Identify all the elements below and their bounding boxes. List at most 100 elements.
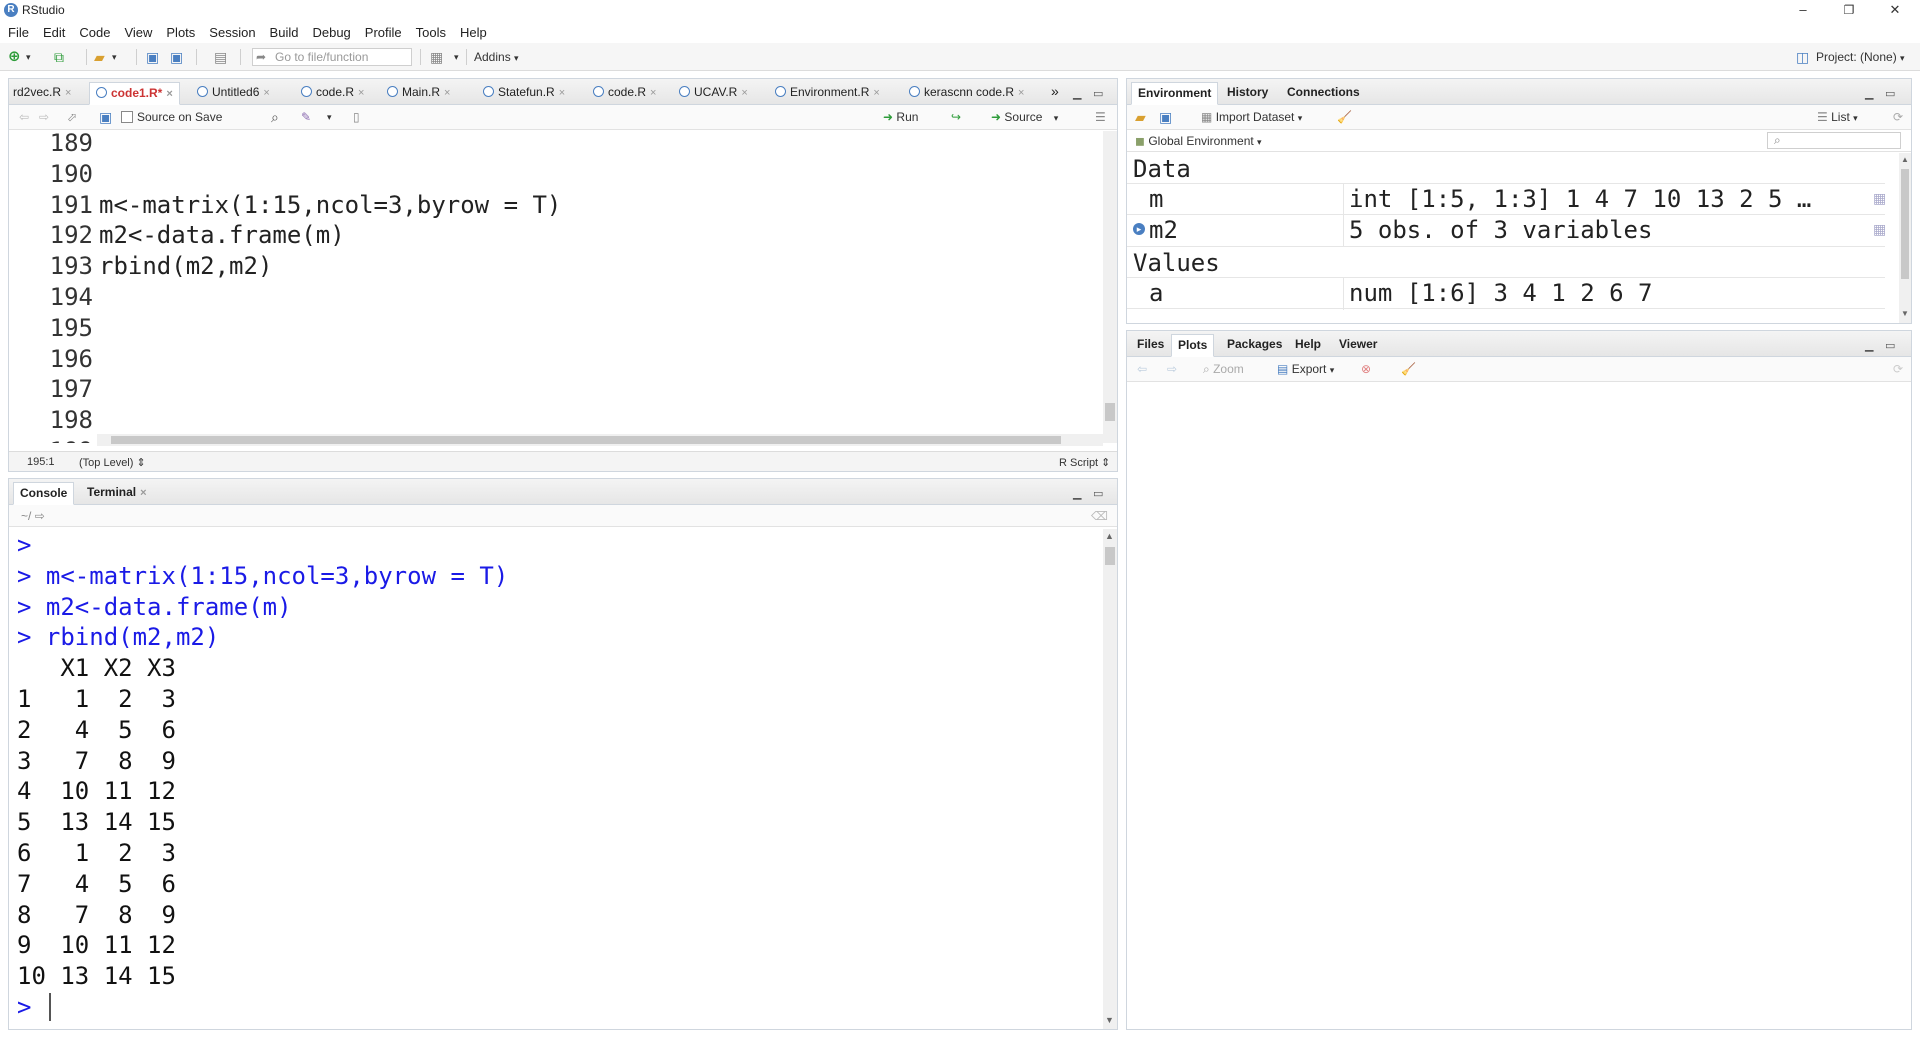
search-icon[interactable]: ⌕ xyxy=(271,109,279,126)
editor-vertical-scrollbar[interactable] xyxy=(1103,131,1117,443)
scroll-thumb[interactable] xyxy=(1901,169,1909,279)
maximize-button[interactable]: ❐ xyxy=(1826,0,1872,22)
tab-files[interactable]: Files xyxy=(1131,334,1170,357)
tab-history[interactable]: History xyxy=(1221,82,1274,105)
magic-wand-icon[interactable]: ✎ xyxy=(301,109,311,126)
close-tab-icon[interactable]: × xyxy=(140,487,146,499)
close-tab-icon[interactable]: × xyxy=(559,87,565,99)
tab-connections[interactable]: Connections xyxy=(1281,82,1366,105)
save-workspace-icon[interactable]: ▣ xyxy=(1159,109,1172,126)
chevron-down-icon[interactable]: ▾ xyxy=(454,48,459,66)
close-tab-icon[interactable]: × xyxy=(873,87,879,99)
menu-help[interactable]: Help xyxy=(453,22,494,40)
grid-layout-icon[interactable]: ▦ xyxy=(430,48,443,66)
tab-editor-2[interactable]: Untitled6 × xyxy=(191,82,276,105)
import-dataset-button[interactable]: ▦ Import Dataset ▾ xyxy=(1201,109,1302,127)
remove-plot-icon[interactable]: ⊗ xyxy=(1361,361,1371,378)
tab-console[interactable]: Console xyxy=(13,482,75,505)
view-table-icon[interactable]: ▦ xyxy=(1873,190,1886,207)
new-project-icon[interactable]: ⧉ xyxy=(54,48,64,66)
source-button[interactable]: ➜ Source ▾ xyxy=(991,109,1058,127)
tab-editor-1[interactable]: code1.R* × xyxy=(89,82,180,105)
chevron-down-icon[interactable]: ▾ xyxy=(112,48,117,66)
scroll-down-icon[interactable]: ▼ xyxy=(1901,309,1909,318)
scroll-down-icon[interactable]: ▼ xyxy=(1105,1015,1114,1025)
forward-arrow-icon[interactable]: ⇨ xyxy=(39,109,49,126)
env-row-m[interactable]: m int [1:5, 1:3] 1 4 7 10 13 2 5 … ▦ xyxy=(1127,183,1886,216)
env-row-a[interactable]: a num [1:6] 3 4 1 2 6 7 xyxy=(1127,277,1885,310)
code-area[interactable]: 189190191192193194195196197198199 m<-mat… xyxy=(9,131,1103,443)
editor-horizontal-scrollbar[interactable] xyxy=(97,434,1103,446)
close-tab-icon[interactable]: × xyxy=(65,87,71,99)
outline-icon[interactable]: ☰ xyxy=(1095,109,1106,126)
next-plot-icon[interactable]: ⇨ xyxy=(1167,361,1177,378)
maximize-pane-icon[interactable]: ▭ xyxy=(1093,87,1103,100)
tab-help[interactable]: Help xyxy=(1289,334,1327,357)
tab-environment[interactable]: Environment xyxy=(1131,82,1219,105)
previous-plot-icon[interactable]: ⇦ xyxy=(1137,361,1147,378)
file-type-selector[interactable]: R Script ⇕ xyxy=(1059,456,1110,469)
scroll-thumb[interactable] xyxy=(1105,403,1115,421)
menu-edit[interactable]: Edit xyxy=(36,22,72,40)
menu-tools[interactable]: Tools xyxy=(409,22,453,40)
minimize-pane-icon[interactable]: ▁ xyxy=(1073,487,1081,500)
refresh-icon[interactable]: ⟳ xyxy=(1893,361,1903,378)
close-tab-icon[interactable]: × xyxy=(444,87,450,99)
refresh-icon[interactable]: ⟳ xyxy=(1893,109,1903,126)
minimize-pane-icon[interactable]: ▁ xyxy=(1865,339,1873,352)
load-workspace-icon[interactable]: ▰ xyxy=(1135,109,1146,126)
rerun-icon[interactable]: ↪ xyxy=(951,109,961,126)
goto-file-input[interactable]: Go to file/function xyxy=(252,48,412,66)
minimize-pane-icon[interactable]: ▁ xyxy=(1865,87,1873,100)
environment-search-input[interactable]: ⌕ xyxy=(1767,132,1901,149)
expand-icon[interactable]: ▸ xyxy=(1133,223,1145,235)
menu-code[interactable]: Code xyxy=(72,22,117,40)
save-icon[interactable]: ▣ xyxy=(99,109,112,126)
minimize-pane-icon[interactable]: ▁ xyxy=(1073,87,1081,100)
zoom-button[interactable]: ⌕ Zoom xyxy=(1203,361,1244,378)
working-directory[interactable]: ~/ ⇨ xyxy=(21,508,45,525)
scroll-up-icon[interactable]: ▲ xyxy=(1105,531,1114,541)
menu-file[interactable]: File xyxy=(0,22,36,40)
scroll-up-icon[interactable]: ▲ xyxy=(1901,155,1909,164)
close-button[interactable]: ✕ xyxy=(1872,0,1918,22)
tab-editor-8[interactable]: Environment.R × xyxy=(769,82,886,105)
tab-editor-0[interactable]: rd2vec.R × xyxy=(7,82,77,105)
open-file-icon[interactable]: ▰ xyxy=(94,48,105,66)
close-tab-icon[interactable]: × xyxy=(650,87,656,99)
chevron-down-icon[interactable]: ▾ xyxy=(327,109,332,126)
save-all-icon[interactable]: ▣ xyxy=(170,48,183,66)
print-icon[interactable]: ▤ xyxy=(214,48,227,66)
close-tab-icon[interactable]: × xyxy=(741,87,747,99)
tab-editor-3[interactable]: code.R × xyxy=(295,82,370,105)
scroll-thumb[interactable] xyxy=(1105,547,1115,565)
back-arrow-icon[interactable]: ⇦ xyxy=(19,109,29,126)
tab-editor-9[interactable]: kerascnn code.R × xyxy=(903,82,1030,105)
tab-packages[interactable]: Packages xyxy=(1221,334,1288,357)
new-file-icon[interactable]: ⊕ xyxy=(8,48,21,66)
export-button[interactable]: ▤ Export ▾ xyxy=(1277,361,1334,379)
broom-icon[interactable]: 🧹 xyxy=(1401,361,1416,378)
tab-terminal[interactable]: Terminal × xyxy=(81,482,153,505)
list-view-button[interactable]: ☰ List ▾ xyxy=(1817,109,1858,127)
maximize-pane-icon[interactable]: ▭ xyxy=(1885,87,1895,100)
project-menu[interactable]: Project: (None) ▾ xyxy=(1816,48,1905,66)
menu-session[interactable]: Session xyxy=(202,22,262,40)
tab-editor-6[interactable]: code.R × xyxy=(587,82,662,105)
close-tab-icon[interactable]: × xyxy=(1018,87,1024,99)
compile-report-icon[interactable]: ▯ xyxy=(353,109,360,126)
close-tab-icon[interactable]: × xyxy=(358,87,364,99)
show-in-window-icon[interactable]: ⬀ xyxy=(67,109,77,126)
close-tab-icon[interactable]: × xyxy=(263,87,269,99)
menu-profile[interactable]: Profile xyxy=(358,22,409,40)
menu-view[interactable]: View xyxy=(117,22,159,40)
menu-debug[interactable]: Debug xyxy=(305,22,357,40)
chevron-down-icon[interactable]: ▾ xyxy=(26,48,31,66)
source-on-save-checkbox[interactable]: Source on Save xyxy=(121,109,222,126)
scope-selector[interactable]: (Top Level) ⇕ xyxy=(79,456,146,469)
environment-vertical-scrollbar[interactable]: ▲ ▼ xyxy=(1899,153,1911,323)
tab-editor-5[interactable]: Statefun.R × xyxy=(477,82,571,105)
run-button[interactable]: ➜ Run xyxy=(883,109,918,126)
console-output[interactable]: > > m<-matrix(1:15,ncol=3,byrow = T) > m2<… xyxy=(17,530,1097,1026)
view-table-icon[interactable]: ▦ xyxy=(1873,221,1886,238)
